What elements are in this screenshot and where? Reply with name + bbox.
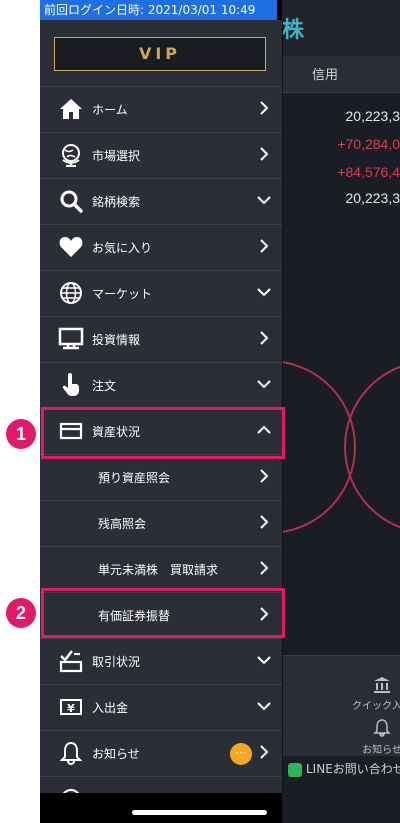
menu-item-order[interactable]: 注文 bbox=[40, 362, 282, 408]
globe-icon bbox=[60, 282, 82, 304]
annotation-marker-1: 1 bbox=[6, 419, 36, 449]
menu-label: 預り資産照会 bbox=[98, 471, 171, 485]
submenu-item-deposited-assets[interactable]: 預り資産照会 bbox=[40, 454, 282, 500]
menu-item-stock-search[interactable]: 銘柄検索 bbox=[40, 178, 282, 224]
chevron-down-icon bbox=[256, 790, 272, 793]
menu-label: お知らせ bbox=[92, 747, 140, 761]
monitor-icon bbox=[58, 327, 84, 350]
bg-value-4: 20,223,3 bbox=[345, 190, 400, 206]
bg-quick-deposit[interactable]: クイック入金 お知らせ bbox=[352, 676, 400, 756]
menu-item-favorites[interactable]: お気に入り bbox=[40, 224, 282, 270]
home-indicator bbox=[132, 810, 267, 815]
bg-quick-label: クイック入金 bbox=[352, 701, 400, 712]
menu-label: 市場選択 bbox=[92, 149, 141, 163]
annotation-marker-2: 2 bbox=[6, 598, 36, 628]
bg-bottom-bar: クイック入金 お知らせ bbox=[282, 655, 400, 756]
submenu-item-odd-lot-buyback[interactable]: 単元未満株 買取請求 bbox=[40, 546, 282, 592]
menu-item-trade-status[interactable]: 取引状況 bbox=[40, 638, 282, 684]
menu-label: 銘柄検索 bbox=[92, 195, 141, 209]
background-app: 株 信用 20,223,3 +70,284,0 +84,576,4 20,223… bbox=[182, 0, 400, 823]
checklist-icon bbox=[59, 650, 83, 673]
menu-item-partial[interactable] bbox=[40, 776, 282, 793]
bg-chart-ring-right bbox=[344, 360, 400, 534]
chevron-right-icon bbox=[260, 239, 269, 253]
bg-value-2: +70,284,0 bbox=[337, 136, 400, 152]
menu-item-home[interactable]: ホーム bbox=[40, 86, 282, 132]
chevron-right-icon bbox=[260, 745, 269, 759]
chevron-down-icon bbox=[257, 288, 271, 297]
heart-icon bbox=[59, 237, 83, 257]
chevron-down-icon bbox=[257, 380, 271, 389]
chevron-right-icon bbox=[260, 101, 269, 115]
menu-label: 残高照会 bbox=[98, 517, 147, 531]
bg-line-contact[interactable]: LINEお問い合わせ bbox=[306, 760, 400, 777]
vip-banner[interactable]: VIP bbox=[54, 37, 266, 71]
bg-title-fragment: 株 bbox=[282, 18, 305, 43]
menu-item-market-select[interactable]: 市場選択 bbox=[40, 132, 282, 178]
highlight-securities-transfer bbox=[41, 588, 285, 638]
last-login-banner: 前回ログイン日時: 2021/03/01 10:49 bbox=[40, 0, 277, 20]
menu-label: マーケット bbox=[92, 287, 153, 301]
chevron-right-icon bbox=[260, 515, 269, 529]
menu-label: 取引状況 bbox=[92, 655, 141, 669]
bg-value-3: +84,576,4 bbox=[337, 164, 400, 180]
bell-icon bbox=[59, 741, 83, 765]
chevron-right-icon bbox=[260, 331, 269, 345]
menu-label: ホーム bbox=[92, 103, 128, 117]
menu-item-market[interactable]: マーケット bbox=[40, 270, 282, 316]
menu-label: 入出金 bbox=[92, 701, 129, 715]
bg-tabs: 信用 bbox=[282, 56, 400, 93]
menu-item-notices[interactable]: お知らせ ··· bbox=[40, 730, 282, 776]
search-icon bbox=[60, 190, 83, 213]
svg-text:¥: ¥ bbox=[67, 702, 75, 715]
yen-icon: ¥ bbox=[60, 699, 82, 715]
notification-badge: ··· bbox=[230, 743, 252, 765]
menu-item-deposit-withdraw[interactable]: ¥ 入出金 bbox=[40, 684, 282, 730]
chevron-right-icon bbox=[260, 147, 269, 161]
bg-notice-label: お知らせ bbox=[362, 745, 400, 756]
chevron-down-icon bbox=[257, 656, 271, 665]
chevron-right-icon bbox=[260, 469, 269, 483]
bell-icon bbox=[373, 719, 391, 737]
chevron-right-icon bbox=[260, 561, 269, 575]
chevron-down-icon bbox=[257, 196, 271, 205]
highlight-asset-status bbox=[41, 407, 285, 459]
chevron-down-icon bbox=[257, 702, 271, 711]
line-icon bbox=[288, 763, 302, 777]
globe-stand-icon bbox=[62, 144, 80, 167]
menu-label: 投資情報 bbox=[92, 333, 141, 347]
menu-label: 単元未満株 買取請求 bbox=[98, 563, 219, 577]
bg-value-1: 20,223,3 bbox=[345, 108, 400, 124]
home-icon bbox=[60, 99, 82, 119]
menu-label: お気に入り bbox=[92, 241, 153, 255]
menu-item-investment-info[interactable]: 投資情報 bbox=[40, 316, 282, 362]
submenu-item-balance[interactable]: 残高照会 bbox=[40, 500, 282, 546]
circle-icon bbox=[63, 789, 79, 793]
bank-icon bbox=[374, 677, 390, 693]
tap-hand-icon bbox=[62, 373, 79, 396]
menu-label: 注文 bbox=[92, 379, 117, 393]
bg-tab-credit[interactable]: 信用 bbox=[312, 64, 338, 83]
bg-header: 株 bbox=[282, 0, 400, 57]
